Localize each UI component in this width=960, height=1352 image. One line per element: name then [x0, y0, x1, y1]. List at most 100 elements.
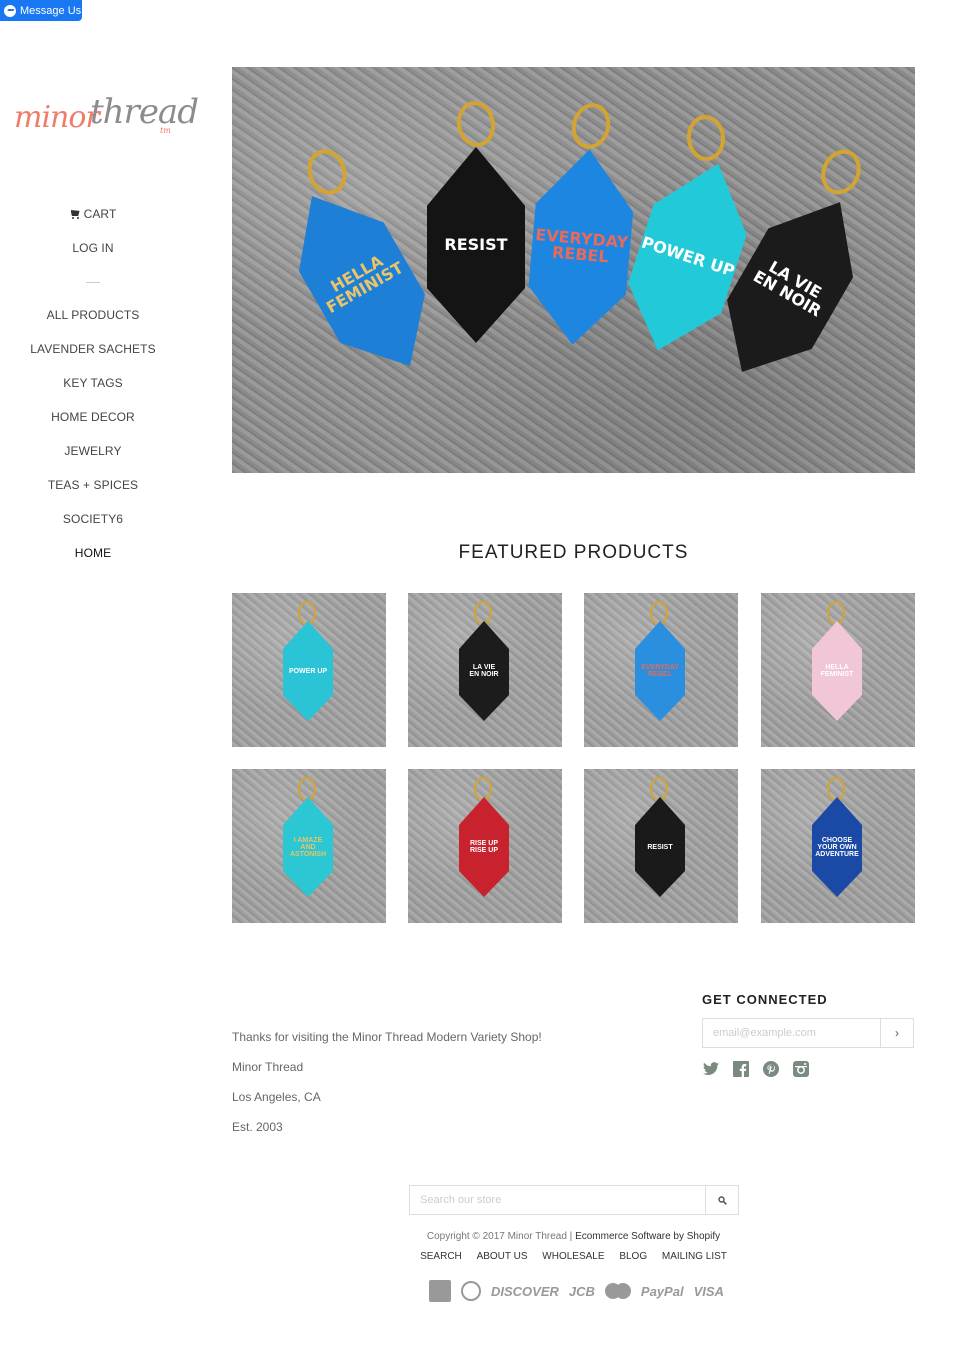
footer-link-search[interactable]: SEARCH	[420, 1251, 462, 1262]
product-tag-text: HELLA FEMINIST	[820, 664, 854, 678]
keyring	[474, 777, 492, 801]
keyring	[474, 601, 492, 625]
copyright-text: Copyright © 2017 Minor Thread |	[426, 1231, 576, 1242]
footer-links: SEARCH ABOUT US WHOLESALE BLOG MAILING L…	[232, 1251, 915, 1262]
footer-link-blog[interactable]: BLOG	[619, 1251, 647, 1262]
sidebar-item-home-decor[interactable]: HOME DECOR	[0, 403, 186, 437]
logo-word-minor: minor	[14, 100, 100, 135]
newsletter-form: ›	[702, 1018, 914, 1048]
get-connected-title: GET CONNECTED	[702, 992, 828, 1007]
featured-products-title: FEATURED PRODUCTS	[458, 542, 689, 563]
messenger-button[interactable]: Message Us	[0, 0, 82, 21]
payment-icons: DISCOVER JCB PayPal VISA	[429, 1280, 724, 1302]
keyring	[298, 601, 316, 625]
hero-key-tag-text: POWER UP	[639, 232, 737, 281]
product-card[interactable]: RESIST	[584, 769, 738, 923]
product-key-tag: RISE UP RISE UP	[459, 797, 509, 897]
keyring	[827, 601, 845, 625]
footer-link-mailing-list[interactable]: MAILING LIST	[662, 1251, 727, 1262]
messenger-label: Message Us	[20, 4, 82, 17]
product-card[interactable]: RISE UP RISE UP	[408, 769, 562, 923]
search-icon	[717, 1195, 727, 1205]
shopify-link[interactable]: Ecommerce Software by Shopify	[575, 1231, 720, 1242]
product-tag-text: CHOOSE YOUR OWN ADVENTURE	[815, 836, 859, 858]
product-card[interactable]: HELLA FEMINIST	[761, 593, 915, 747]
hero-key-tag-text: LA VIE EN NOIR	[749, 257, 825, 321]
hero-key-tag-text: RESIST	[444, 235, 508, 254]
keyring	[453, 98, 499, 150]
hero-key-tag: EVERYDAY REBEL	[524, 145, 639, 349]
product-key-tag: I AMAZE AND ASTONISH	[283, 797, 333, 897]
footer-link-about-us[interactable]: ABOUT US	[477, 1251, 528, 1262]
product-key-tag: POWER UP	[283, 621, 333, 721]
logo-word-thread: thread	[90, 92, 199, 132]
newsletter-submit-button[interactable]: ›	[880, 1019, 913, 1047]
hero-key-tag-text: HELLA FEMINIST	[322, 251, 407, 318]
master-card-icon	[604, 1283, 631, 1299]
product-card[interactable]: EVERYDAY REBEL	[584, 593, 738, 747]
diners-club-icon	[461, 1281, 481, 1301]
cart-icon	[70, 210, 81, 219]
product-tag-text: POWER UP	[288, 667, 328, 675]
sidebar-item-all-products[interactable]: ALL PRODUCTS	[0, 301, 186, 335]
keyring	[301, 143, 353, 201]
footer-about: Thanks for visiting the Minor Thread Mod…	[232, 1022, 542, 1142]
product-card[interactable]: CHOOSE YOUR OWN ADVENTURE	[761, 769, 915, 923]
product-key-tag: RESIST	[635, 797, 685, 897]
paypal-icon: PayPal	[640, 1283, 684, 1299]
sidebar-item-jewelry[interactable]: JEWELRY	[0, 437, 186, 471]
product-tag-text: RISE UP RISE UP	[469, 840, 498, 854]
product-tag-text: I AMAZE AND ASTONISH	[289, 836, 327, 858]
hero-key-tag: HELLA FEMINIST	[270, 172, 453, 391]
product-tag-text: RESIST	[647, 843, 673, 851]
product-tag-text: LA VIE EN NOIR	[469, 664, 499, 678]
discover-icon: DISCOVER	[491, 1283, 559, 1299]
footer-link-wholesale[interactable]: WHOLESALE	[542, 1251, 604, 1262]
footer-about-line: Los Angeles, CA	[232, 1090, 321, 1104]
messenger-icon	[4, 4, 16, 17]
visa-icon: VISA	[693, 1283, 724, 1299]
product-card[interactable]: I AMAZE AND ASTONISH	[232, 769, 386, 923]
keyring	[685, 113, 727, 163]
twitter-icon[interactable]	[702, 1060, 720, 1078]
sidebar-item-home[interactable]: HOME	[0, 539, 186, 573]
logo[interactable]: minor thread tm	[14, 92, 199, 140]
search-input[interactable]	[410, 1186, 705, 1214]
instagram-icon[interactable]	[792, 1060, 810, 1078]
hero-key-tag: RESIST	[427, 147, 525, 343]
product-key-tag: CHOOSE YOUR OWN ADVENTURE	[812, 797, 862, 897]
product-card[interactable]: LA VIE EN NOIR	[408, 593, 562, 747]
search-button[interactable]	[705, 1186, 738, 1214]
store-search-form	[409, 1185, 739, 1215]
cart-link[interactable]: CART	[0, 200, 186, 234]
keyring	[827, 777, 845, 801]
social-links	[702, 1060, 810, 1078]
sidebar-item-teas-spices[interactable]: TEAS + SPICES	[0, 471, 186, 505]
hero-key-tag-text: EVERYDAY REBEL	[534, 225, 629, 267]
jcb-icon: JCB	[568, 1283, 595, 1299]
footer-about-line: Thanks for visiting the Minor Thread Mod…	[232, 1030, 542, 1044]
hero-image[interactable]: HELLA FEMINIST RESIST EVERYDAY REBEL POW…	[232, 67, 915, 473]
sidebar-item-lavender-sachets[interactable]: LAVENDER SACHETS	[0, 335, 186, 369]
product-card[interactable]: POWER UP	[232, 593, 386, 747]
keyring	[650, 777, 668, 801]
login-link[interactable]: LOG IN	[0, 234, 186, 268]
keyring	[650, 601, 668, 625]
footer-about-line: Est. 2003	[232, 1120, 283, 1134]
product-key-tag: EVERYDAY REBEL	[635, 621, 685, 721]
keyring	[298, 777, 316, 801]
product-key-tag: LA VIE EN NOIR	[459, 621, 509, 721]
sidebar-item-key-tags[interactable]: KEY TAGS	[0, 369, 186, 403]
american-express-icon	[429, 1280, 451, 1302]
product-tag-text: EVERYDAY REBEL	[641, 664, 679, 678]
sidebar-nav: CART LOG IN ALL PRODUCTS LAVENDER SACHET…	[0, 200, 186, 573]
sidebar-item-society6[interactable]: SOCIETY6	[0, 505, 186, 539]
logo-trademark: tm	[160, 126, 171, 135]
email-field[interactable]	[703, 1019, 880, 1047]
keyring	[566, 98, 616, 154]
facebook-icon[interactable]	[732, 1060, 750, 1078]
pinterest-icon[interactable]	[762, 1060, 780, 1078]
sidebar-divider	[86, 282, 100, 283]
keyring	[814, 143, 868, 201]
footer-about-line: Minor Thread	[232, 1060, 304, 1074]
